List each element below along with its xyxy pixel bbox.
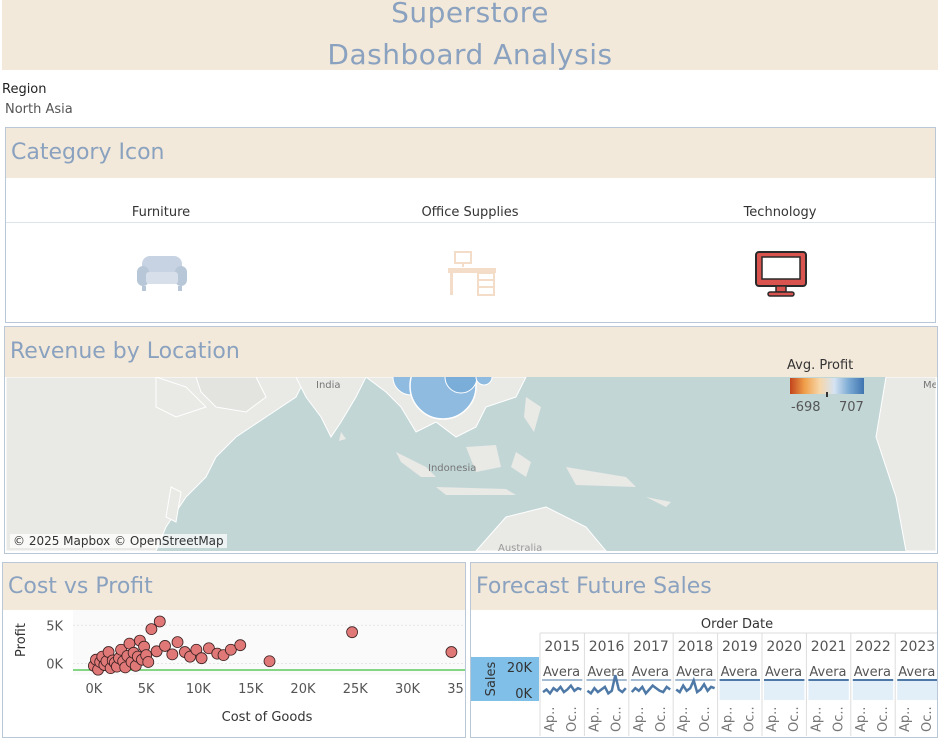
forecast-month-label: Oc.. [698, 706, 713, 732]
forecast-year-label: 2017 [633, 639, 669, 655]
dashboard-title-band: Superstore Dashboard Analysis [2, 0, 938, 71]
scatter-x-tick: 30K [395, 682, 421, 697]
forecast-confidence-band [897, 680, 937, 700]
forecast-year-label: 2023 [900, 639, 936, 655]
region-filter-value[interactable]: North Asia [5, 102, 73, 117]
scatter-point [234, 639, 247, 652]
forecast-month-label: Ap.. [809, 707, 824, 732]
forecast-y-tick: 0K [515, 687, 532, 702]
dashboard-title-line1: Superstore [391, 0, 549, 29]
forecast-sales-line [630, 683, 671, 696]
forecast-header: Order Date [701, 617, 773, 632]
forecast-month-label: Oc.. [565, 706, 580, 732]
scatter-point [195, 652, 208, 665]
forecast-month-label: Oc.. [876, 706, 891, 732]
map-label-australia: Australia [498, 543, 543, 551]
scatter-x-axis-label: Cost of Goods [222, 710, 313, 725]
forecast-month-label: Ap.. [543, 707, 558, 732]
avg-profit-legend-max: 707 [839, 400, 864, 415]
forecast-sales-line [675, 676, 716, 695]
forecast-sales-line [542, 683, 582, 696]
map-label-indonesia: Indonesia [428, 463, 477, 474]
forecast-title: Forecast Future Sales [471, 563, 937, 610]
scatter-point [142, 656, 155, 668]
forecast-year-label: 2020 [766, 639, 802, 655]
forecast-reference-label: Avera [898, 665, 935, 680]
scatter-point [171, 636, 184, 649]
category-label-furniture: Furniture [131, 205, 191, 220]
forecast-year-label: 2016 [589, 639, 625, 655]
scatter-point [445, 646, 458, 658]
category-label-technology: Technology [743, 205, 817, 220]
category-icon-panel: Category Icon Furniture Office Supplies … [5, 127, 936, 323]
forecast-year-label: 2018 [678, 639, 714, 655]
scatter-point [263, 655, 276, 668]
scatter-x-tick: 25K [343, 682, 369, 697]
scatter-x-tick: 0K [86, 682, 103, 697]
forecast-year-label: 2022 [855, 639, 891, 655]
forecast-confidence-band [719, 680, 760, 700]
forecast-reference-label: Avera [587, 665, 624, 680]
dashboard-title-line2: Dashboard Analysis [327, 38, 613, 71]
forecast-y-tick: 20K [507, 661, 533, 676]
sofa-icon[interactable] [136, 252, 188, 294]
scatter-x-tick: 5K [138, 682, 155, 697]
forecast-month-label: Oc.. [609, 706, 624, 732]
forecast-year-label: 2015 [544, 639, 580, 655]
cost-vs-profit-chart[interactable]: 5K 0K 0K 5K 10K 15K 20K 25K 30K 35K Cost of Goods P… [3, 610, 465, 736]
forecast-month-label: Ap.. [676, 707, 691, 732]
forecast-month-label: Ap.. [765, 707, 780, 732]
forecast-year-label: 2019 [722, 639, 758, 655]
scatter-x-tick: 35K [447, 682, 465, 697]
category-divider [6, 222, 935, 223]
map-label-edge: Me [923, 380, 936, 391]
forecast-month-label: Ap.. [721, 707, 736, 732]
forecast-chart[interactable]: Order Date Sales 20K 0K 2015 Avera Ap.. Oc.. 201… [471, 610, 937, 736]
avg-profit-legend-title: Avg. Profit [787, 358, 854, 373]
scatter-x-tick: 15K [238, 682, 264, 697]
scatter-point [153, 615, 166, 628]
forecast-month-label: Oc.. [787, 706, 802, 732]
forecast-reference-label: Avera [543, 665, 580, 680]
forecast-reference-label: Avera [632, 665, 669, 680]
forecast-reference-label: Avera [721, 665, 758, 680]
scatter-point [166, 648, 179, 661]
forecast-month-label: Oc.. [831, 706, 846, 732]
forecast-month-label: Ap.. [632, 707, 647, 732]
scatter-y-axis-label: Profit [14, 623, 29, 657]
region-filter-label: Region [2, 82, 47, 97]
scatter-y-tick: 0K [46, 658, 63, 673]
map-credit[interactable]: © 2025 Mapbox © OpenStreetMap [10, 534, 227, 548]
category-label-office-supplies: Office Supplies [421, 205, 519, 220]
avg-profit-legend-min: -698 [791, 400, 821, 415]
monitor-icon[interactable] [754, 250, 808, 298]
forecast-confidence-band [764, 680, 805, 700]
scatter-point [346, 626, 359, 639]
category-icon-title: Category Icon [6, 128, 935, 178]
avg-profit-legend-marker [826, 392, 828, 397]
forecast-confidence-band [852, 680, 894, 700]
cost-vs-profit-title: Cost vs Profit [3, 563, 465, 610]
forecast-reference-label: Avera [854, 665, 891, 680]
forecast-year-label: 2021 [811, 639, 847, 655]
scatter-x-tick: 10K [186, 682, 212, 697]
forecast-month-label: Ap.. [587, 707, 602, 732]
forecast-month-label: Ap.. [854, 707, 869, 732]
forecast-month-label: Oc.. [743, 706, 758, 732]
forecast-month-label: Oc.. [654, 706, 669, 732]
scatter-y-tick: 5K [46, 619, 63, 634]
forecast-confidence-band [808, 680, 849, 700]
forecast-reference-label: Avera [809, 665, 846, 680]
forecast-y-axis-label: Sales [484, 661, 499, 696]
forecast-reference-label: Avera [676, 665, 713, 680]
map-label-india: India [316, 380, 341, 391]
forecast-month-label: Ap.. [898, 707, 913, 732]
forecast-reference-label: Avera [765, 665, 802, 680]
scatter-x-tick: 20K [290, 682, 316, 697]
desk-icon[interactable] [446, 248, 498, 298]
forecast-month-label: Oc.. [920, 706, 935, 732]
